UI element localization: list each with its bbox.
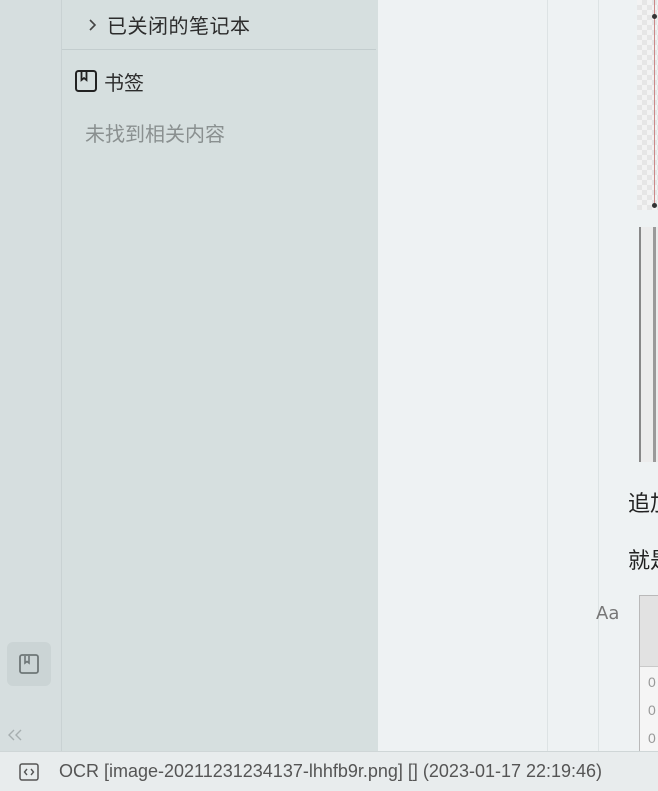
table-image-header: [640, 596, 658, 667]
embedded-image-middle[interactable]: [639, 227, 658, 462]
editor-gutter-line: [598, 0, 599, 751]
editor-area: [378, 0, 658, 751]
editor-text-line[interactable]: 就是: [628, 543, 658, 575]
image-anchor-dot: [652, 14, 657, 19]
image-anchor-dot: [652, 203, 657, 208]
bookmarks-label: 书签: [104, 70, 144, 95]
embedded-image-table[interactable]: 0 0 0: [639, 595, 658, 753]
closed-notebooks-label: 已关闭的笔记本: [107, 14, 251, 38]
embedded-image-top[interactable]: [637, 0, 658, 210]
table-cell: 0: [648, 702, 656, 718]
status-bar: OCR [image-20211231234137-lhhfb9r.png] […: [0, 751, 658, 791]
bookmark-icon: [19, 654, 39, 674]
editor-divider: [547, 0, 548, 751]
closed-notebooks-toggle[interactable]: 已关闭的笔记本: [62, 0, 376, 50]
status-text: OCR [image-20211231234137-lhhfb9r.png] […: [59, 761, 603, 781]
image-guide-line: [654, 0, 655, 205]
image-bar: [653, 227, 656, 462]
rail-bookmark-button[interactable]: [7, 642, 51, 686]
code-icon[interactable]: [18, 761, 40, 783]
bookmarks-header[interactable]: 书签: [74, 66, 144, 96]
editor-text-line[interactable]: 追加: [628, 486, 658, 518]
sidebar-panel: 已关闭的笔记本 书签 未找到相关内容: [62, 0, 378, 751]
font-format-button[interactable]: Aa: [596, 603, 619, 624]
bookmark-icon: [75, 70, 97, 92]
left-rail: [0, 0, 62, 751]
chevron-right-icon: [88, 17, 98, 33]
table-cell: 0: [648, 674, 656, 690]
table-cell: 0: [648, 730, 656, 746]
collapse-sidebar-button[interactable]: [4, 724, 26, 746]
empty-message: 未找到相关内容: [85, 122, 225, 146]
double-chevron-left-icon: [8, 729, 22, 741]
